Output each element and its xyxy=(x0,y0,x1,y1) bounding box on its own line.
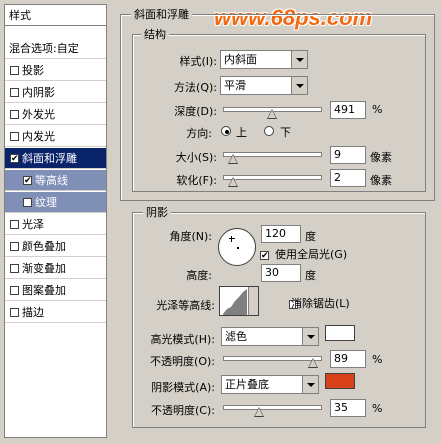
highlight-opacity-thumb[interactable] xyxy=(308,358,318,368)
size-label: 大小(S): xyxy=(175,151,217,164)
chevron-down-icon xyxy=(248,287,258,315)
style-item-stroke[interactable]: 描边 xyxy=(5,302,106,323)
altitude-unit: 度 xyxy=(305,269,316,282)
style-item-contour[interactable]: ✔ 等高线 xyxy=(5,170,106,191)
shading-title: 阴影 xyxy=(143,204,171,220)
style-item-pattern-overlay[interactable]: 图案叠加 xyxy=(5,280,106,301)
direction-down-label: 下 xyxy=(280,126,291,139)
checkbox[interactable] xyxy=(10,263,19,273)
style-select[interactable]: 内斜面 xyxy=(220,50,308,69)
technique-select[interactable]: 平滑 xyxy=(220,76,308,95)
style-item-inner-glow[interactable]: 内发光 xyxy=(5,126,106,147)
gloss-contour-label: 光泽等高线: xyxy=(156,299,215,312)
angle-input[interactable]: 120 xyxy=(261,225,301,243)
soften-label: 软化(F): xyxy=(176,174,217,187)
shadow-opacity-thumb[interactable] xyxy=(254,407,264,417)
highlight-opacity-unit: % xyxy=(372,353,383,366)
size-input[interactable]: 9 xyxy=(330,146,366,164)
technique-label: 方法(Q): xyxy=(174,81,217,94)
shadow-opacity-input[interactable]: 35 xyxy=(330,399,366,417)
style-item-bevel-emboss[interactable]: ✔ 斜面和浮雕 xyxy=(5,148,106,169)
highlight-opacity-input[interactable]: 89 xyxy=(330,350,366,368)
soften-slider-thumb[interactable] xyxy=(228,177,238,187)
angle-dial[interactable] xyxy=(218,228,256,266)
checkbox[interactable] xyxy=(23,197,32,207)
direction-label: 方向: xyxy=(186,127,212,140)
checkbox-checked[interactable]: ✔ xyxy=(23,175,32,185)
angle-label: 角度(N): xyxy=(169,230,212,243)
depth-slider-thumb[interactable] xyxy=(267,109,277,119)
checkbox[interactable] xyxy=(10,241,19,251)
checkbox-checked[interactable]: ✔ xyxy=(10,153,19,163)
shadow-color-swatch[interactable] xyxy=(325,373,355,389)
style-item-satin[interactable]: 光泽 xyxy=(5,214,106,235)
chevron-down-icon xyxy=(302,376,318,393)
style-label: 样式(I): xyxy=(179,55,217,68)
chevron-down-icon xyxy=(291,51,307,68)
blend-options-item[interactable]: 混合选项:自定 xyxy=(5,38,106,59)
global-light-checkbox[interactable]: ✔ xyxy=(260,250,269,260)
highlight-mode-label: 高光模式(H): xyxy=(150,333,215,346)
checkbox[interactable] xyxy=(10,219,19,229)
style-item-gradient-overlay[interactable]: 渐变叠加 xyxy=(5,258,106,279)
checkbox[interactable] xyxy=(10,285,19,295)
style-item-texture[interactable]: 纹理 xyxy=(5,192,106,213)
styles-panel: 样式 混合选项:自定 投影 内阴影 外发光 内发光 ✔ 斜面和浮雕 ✔ 等高线 纹理… xyxy=(4,4,107,438)
shadow-opacity-unit: % xyxy=(372,402,383,415)
shading-group xyxy=(132,212,426,428)
bevel-group-title: 斜面和浮雕 xyxy=(131,6,192,22)
chevron-down-icon xyxy=(291,77,307,94)
highlight-color-swatch[interactable] xyxy=(325,325,355,341)
shadow-mode-select[interactable]: 正片叠底 xyxy=(221,375,319,394)
shadow-mode-label: 阴影模式(A): xyxy=(151,381,215,394)
style-item-outer-glow[interactable]: 外发光 xyxy=(5,104,106,125)
highlight-mode-select[interactable]: 滤色 xyxy=(221,327,319,346)
soften-unit: 像素 xyxy=(370,174,392,187)
angle-unit: 度 xyxy=(305,230,316,243)
checkbox[interactable] xyxy=(10,109,19,119)
altitude-label: 高度: xyxy=(186,269,212,282)
gloss-contour-picker[interactable] xyxy=(219,286,259,316)
style-item-color-overlay[interactable]: 颜色叠加 xyxy=(5,236,106,257)
checkbox[interactable] xyxy=(10,65,19,75)
shadow-opacity-label: 不透明度(C): xyxy=(151,404,215,417)
depth-unit: % xyxy=(372,103,383,116)
styles-title: 样式 xyxy=(5,5,106,26)
altitude-input[interactable]: 30 xyxy=(261,264,301,282)
direction-down-radio[interactable] xyxy=(264,126,274,136)
style-item-drop-shadow[interactable]: 投影 xyxy=(5,60,106,81)
checkbox[interactable] xyxy=(10,87,19,97)
soften-input[interactable]: 2 xyxy=(330,169,366,187)
size-unit: 像素 xyxy=(370,151,392,164)
highlight-opacity-label: 不透明度(O): xyxy=(150,355,215,368)
direction-up-label: 上 xyxy=(236,126,247,139)
dial-crosshair-icon xyxy=(229,236,235,242)
antialias-label: 消除锯齿(L) xyxy=(291,297,350,310)
dial-center-dot xyxy=(237,247,239,249)
contour-curve-icon xyxy=(223,289,247,315)
size-slider-thumb[interactable] xyxy=(228,154,238,164)
depth-label: 深度(D): xyxy=(174,105,217,118)
direction-up-radio[interactable] xyxy=(221,126,231,136)
structure-title: 结构 xyxy=(141,26,169,42)
checkbox[interactable] xyxy=(10,307,19,317)
checkbox[interactable] xyxy=(10,131,19,141)
shadow-opacity-track[interactable] xyxy=(223,405,322,410)
style-item-inner-shadow[interactable]: 内阴影 xyxy=(5,82,106,103)
chevron-down-icon xyxy=(302,328,318,345)
global-light-label: 使用全局光(G) xyxy=(275,248,348,261)
depth-input[interactable]: 491 xyxy=(330,101,366,119)
